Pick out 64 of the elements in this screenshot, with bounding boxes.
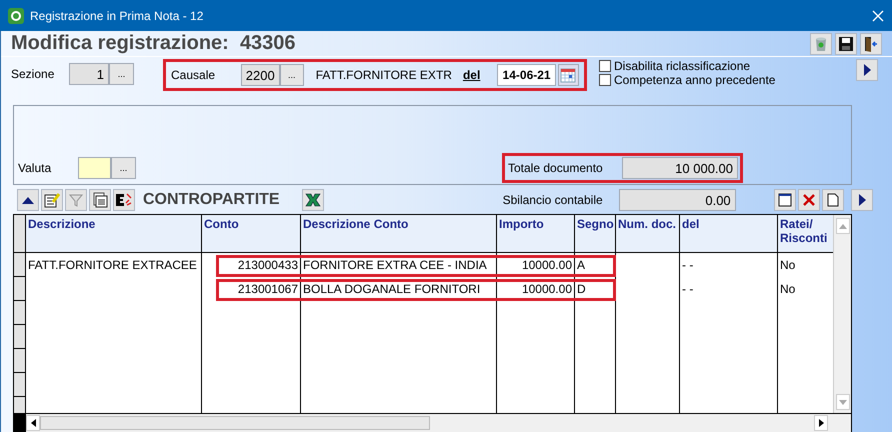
list-icon[interactable] — [89, 189, 111, 211]
section-title: CONTROPARTITE — [143, 191, 280, 209]
lookup-button[interactable]: ... — [109, 63, 134, 85]
table-cell: 10000.00 — [497, 253, 575, 277]
save-icon[interactable] — [835, 32, 857, 54]
window-icon[interactable] — [774, 189, 796, 211]
sbilancio-label: Sbilancio contabile — [502, 193, 603, 207]
scroll-left-icon[interactable] — [26, 415, 40, 431]
sbilancio-field: 0.00 — [618, 189, 736, 211]
option-label: Competenza anno precedente — [614, 73, 776, 87]
spreadsheet-icon[interactable] — [302, 189, 324, 211]
column-header[interactable]: Segno — [575, 215, 616, 253]
row-header[interactable] — [14, 373, 26, 397]
form-title: Modifica registrazione: 43306 — [11, 32, 297, 55]
table-cell: D — [575, 277, 616, 301]
causale-field[interactable]: 2200 — [240, 64, 280, 86]
date-label[interactable]: del — [462, 68, 480, 82]
table-cell: 10000.00 — [497, 277, 575, 301]
exit-door-icon[interactable] — [860, 32, 882, 54]
close-icon[interactable] — [872, 10, 884, 22]
table-cell: 213000433 — [202, 253, 301, 277]
table-cell: - - — [680, 277, 778, 301]
scroll-right-icon[interactable] — [814, 415, 828, 431]
row-header[interactable] — [14, 349, 26, 373]
causale-label: Causale — [171, 68, 216, 82]
date-field[interactable]: 14-06-21 — [497, 64, 556, 86]
row-header[interactable] — [14, 301, 26, 325]
row-header[interactable] — [14, 325, 26, 349]
table-cell: 213001067 — [202, 277, 301, 301]
totale-label: Totale documento — [508, 161, 604, 175]
calendar-icon[interactable] — [558, 64, 579, 86]
column-header[interactable]: Descrizione — [26, 215, 202, 253]
row-header[interactable] — [14, 277, 26, 301]
column-header[interactable]: Conto — [202, 215, 301, 253]
causale-description: FATT.FORNITORE EXTR — [316, 68, 452, 82]
table-cell: FORNITORE EXTRA CEE - INDIA — [301, 253, 497, 277]
column-header[interactable]: Num. doc. — [616, 215, 680, 253]
app-icon — [8, 8, 24, 24]
delete-icon[interactable] — [798, 189, 820, 211]
table-cell: BOLLA DOGANALE FORNITORI — [301, 277, 497, 301]
window-title: Registrazione in Prima Nota - 12 — [30, 8, 204, 22]
new-page-icon[interactable] — [822, 189, 844, 211]
sezione-field[interactable]: 1 — [69, 63, 109, 85]
table-cell: A — [575, 253, 616, 277]
table-cell: - - — [680, 253, 778, 277]
column-header[interactable]: Descrizione Conto — [301, 215, 497, 253]
edit-list-icon[interactable] — [41, 189, 63, 211]
scrollbar-thumb[interactable] — [40, 416, 430, 430]
sort-arrows-icon[interactable] — [113, 189, 135, 211]
table-cell: FATT.FORNITORE EXTRACEE — [26, 253, 202, 277]
row-header[interactable] — [14, 253, 26, 277]
checkbox[interactable] — [599, 60, 611, 72]
column-header[interactable]: Ratei/ Risconti — [778, 215, 834, 253]
column-header[interactable]: del — [680, 215, 778, 253]
lookup-button[interactable]: ... — [280, 64, 304, 86]
lookup-button[interactable]: ... — [111, 157, 136, 179]
checkbox[interactable] — [599, 74, 611, 86]
option-label: Disabilita riclassificazione — [614, 59, 750, 73]
valuta-field[interactable] — [78, 157, 111, 179]
valuta-label: Valuta — [18, 161, 52, 175]
totale-field: 10 000.00 — [622, 157, 738, 179]
sezione-label: Sezione — [11, 67, 56, 81]
column-header[interactable]: Importo — [497, 215, 575, 253]
horizontal-scrollbar[interactable] — [14, 413, 851, 432]
